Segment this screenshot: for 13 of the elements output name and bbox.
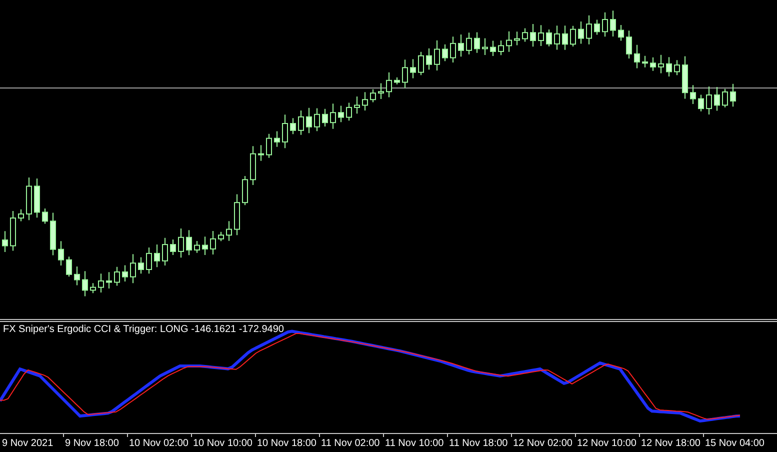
time-axis-label: 9 Nov 18:00 — [65, 437, 119, 450]
time-axis-label: 11 Nov 02:00 — [321, 437, 380, 450]
indicator-title: FX Sniper's Ergodic CCI & Trigger: LONG -146.1621 -172.9490 — [3, 324, 284, 335]
time-axis-label: 10 Nov 02:00 — [129, 437, 188, 450]
time-axis-label: 11 Nov 18:00 — [449, 437, 508, 450]
time-axis-label: 11 Nov 10:00 — [385, 437, 444, 450]
time-axis-label: 10 Nov 18:00 — [257, 437, 316, 450]
time-axis-label: 15 Nov 04:00 — [705, 437, 764, 450]
time-axis-label: 12 Nov 02:00 — [513, 437, 572, 450]
time-axis-label: 10 Nov 10:00 — [193, 437, 252, 450]
time-axis-label: 12 Nov 18:00 — [641, 437, 700, 450]
time-axis-label: 9 Nov 2021 — [2, 437, 54, 450]
time-axis-label: 12 Nov 10:00 — [577, 437, 636, 450]
